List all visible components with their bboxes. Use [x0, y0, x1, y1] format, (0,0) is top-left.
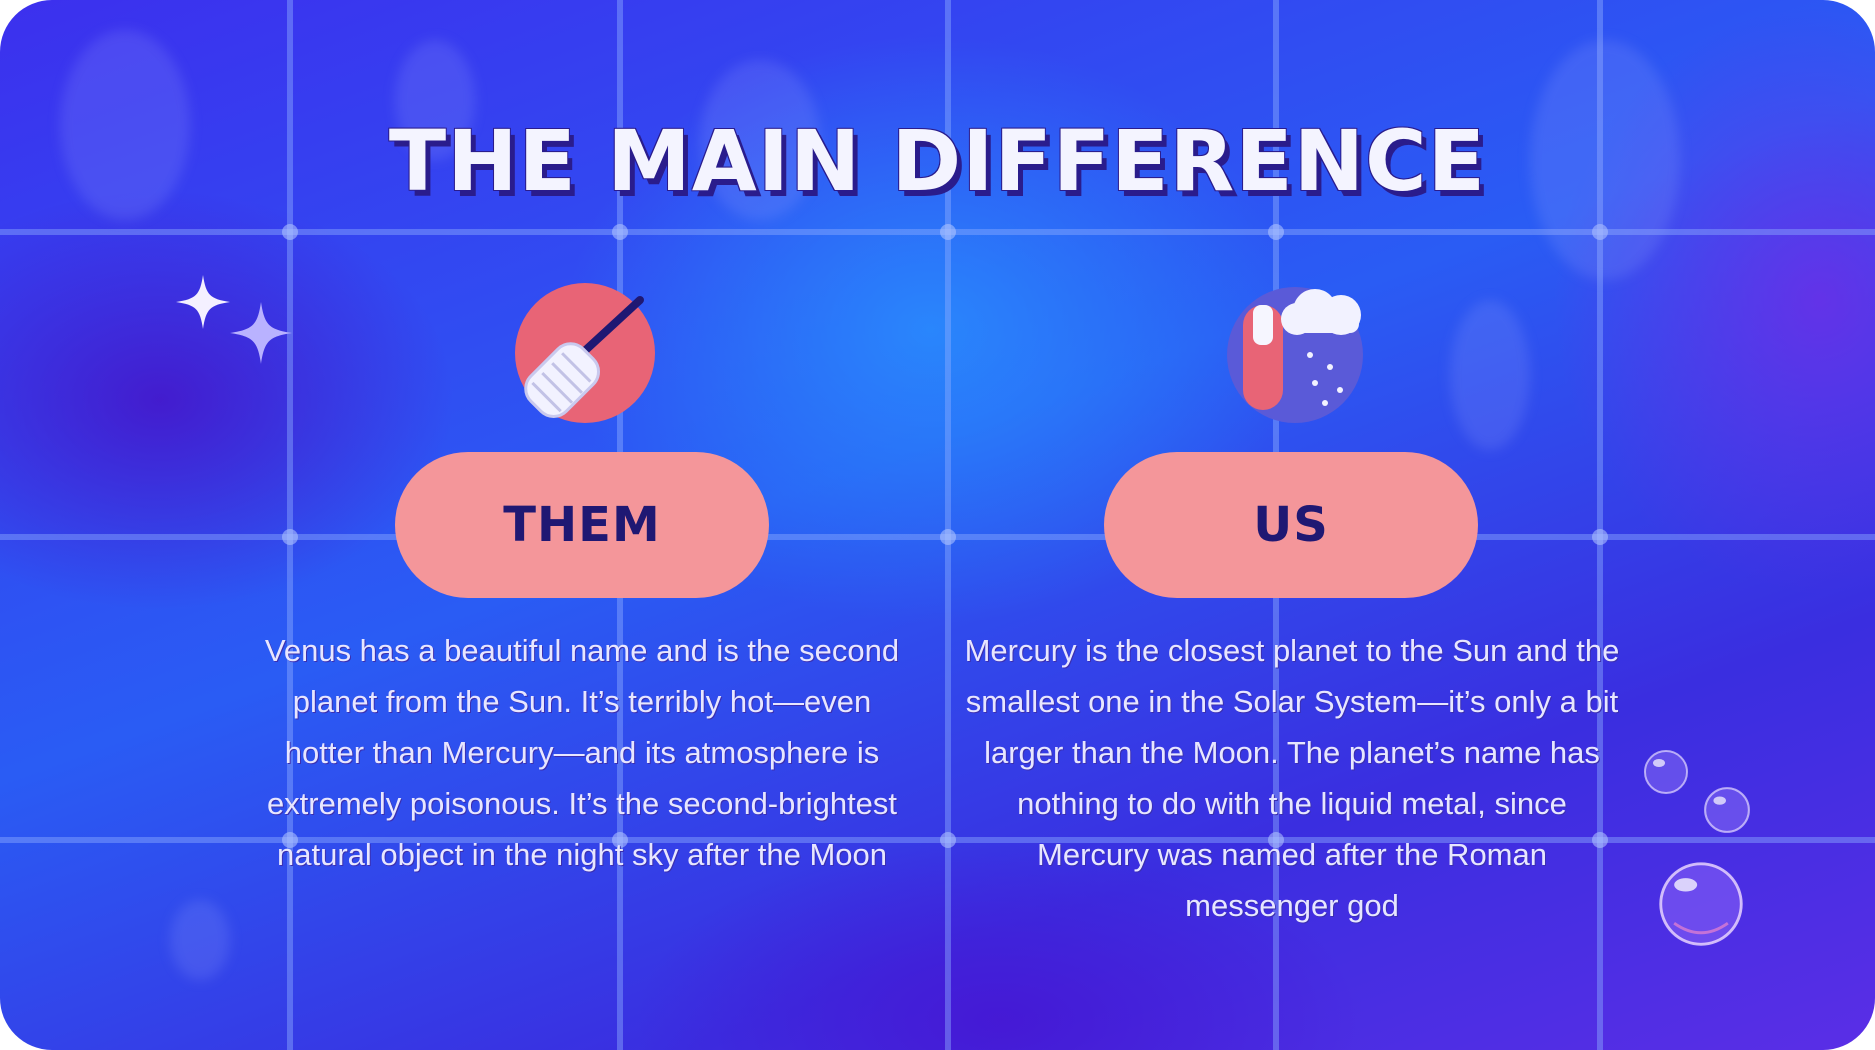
weather-thermometer-icon	[1227, 287, 1363, 423]
background-blob	[170, 900, 230, 980]
us-description: Mercury is the closest planet to the Sun…	[964, 633, 1620, 923]
them-description: Venus has a beautiful name and is the se…	[264, 633, 900, 872]
them-label-pill: THEM	[395, 452, 769, 598]
us-label: US	[1253, 497, 1329, 553]
slide-title: THE MAIN DIFFERENCE	[388, 112, 1487, 210]
broom-icon	[515, 283, 655, 423]
bubble	[1644, 750, 1688, 794]
background-blob	[1450, 300, 1530, 450]
bubble	[1659, 862, 1743, 946]
slide: THE MAIN DIFFERENCE THEM US Venus has a …	[0, 0, 1875, 1050]
sparkle-icon	[230, 302, 292, 364]
them-label: THEM	[503, 497, 661, 553]
sparkle-icon	[176, 275, 230, 329]
us-label-pill: US	[1104, 452, 1478, 598]
bubble	[1704, 787, 1750, 833]
